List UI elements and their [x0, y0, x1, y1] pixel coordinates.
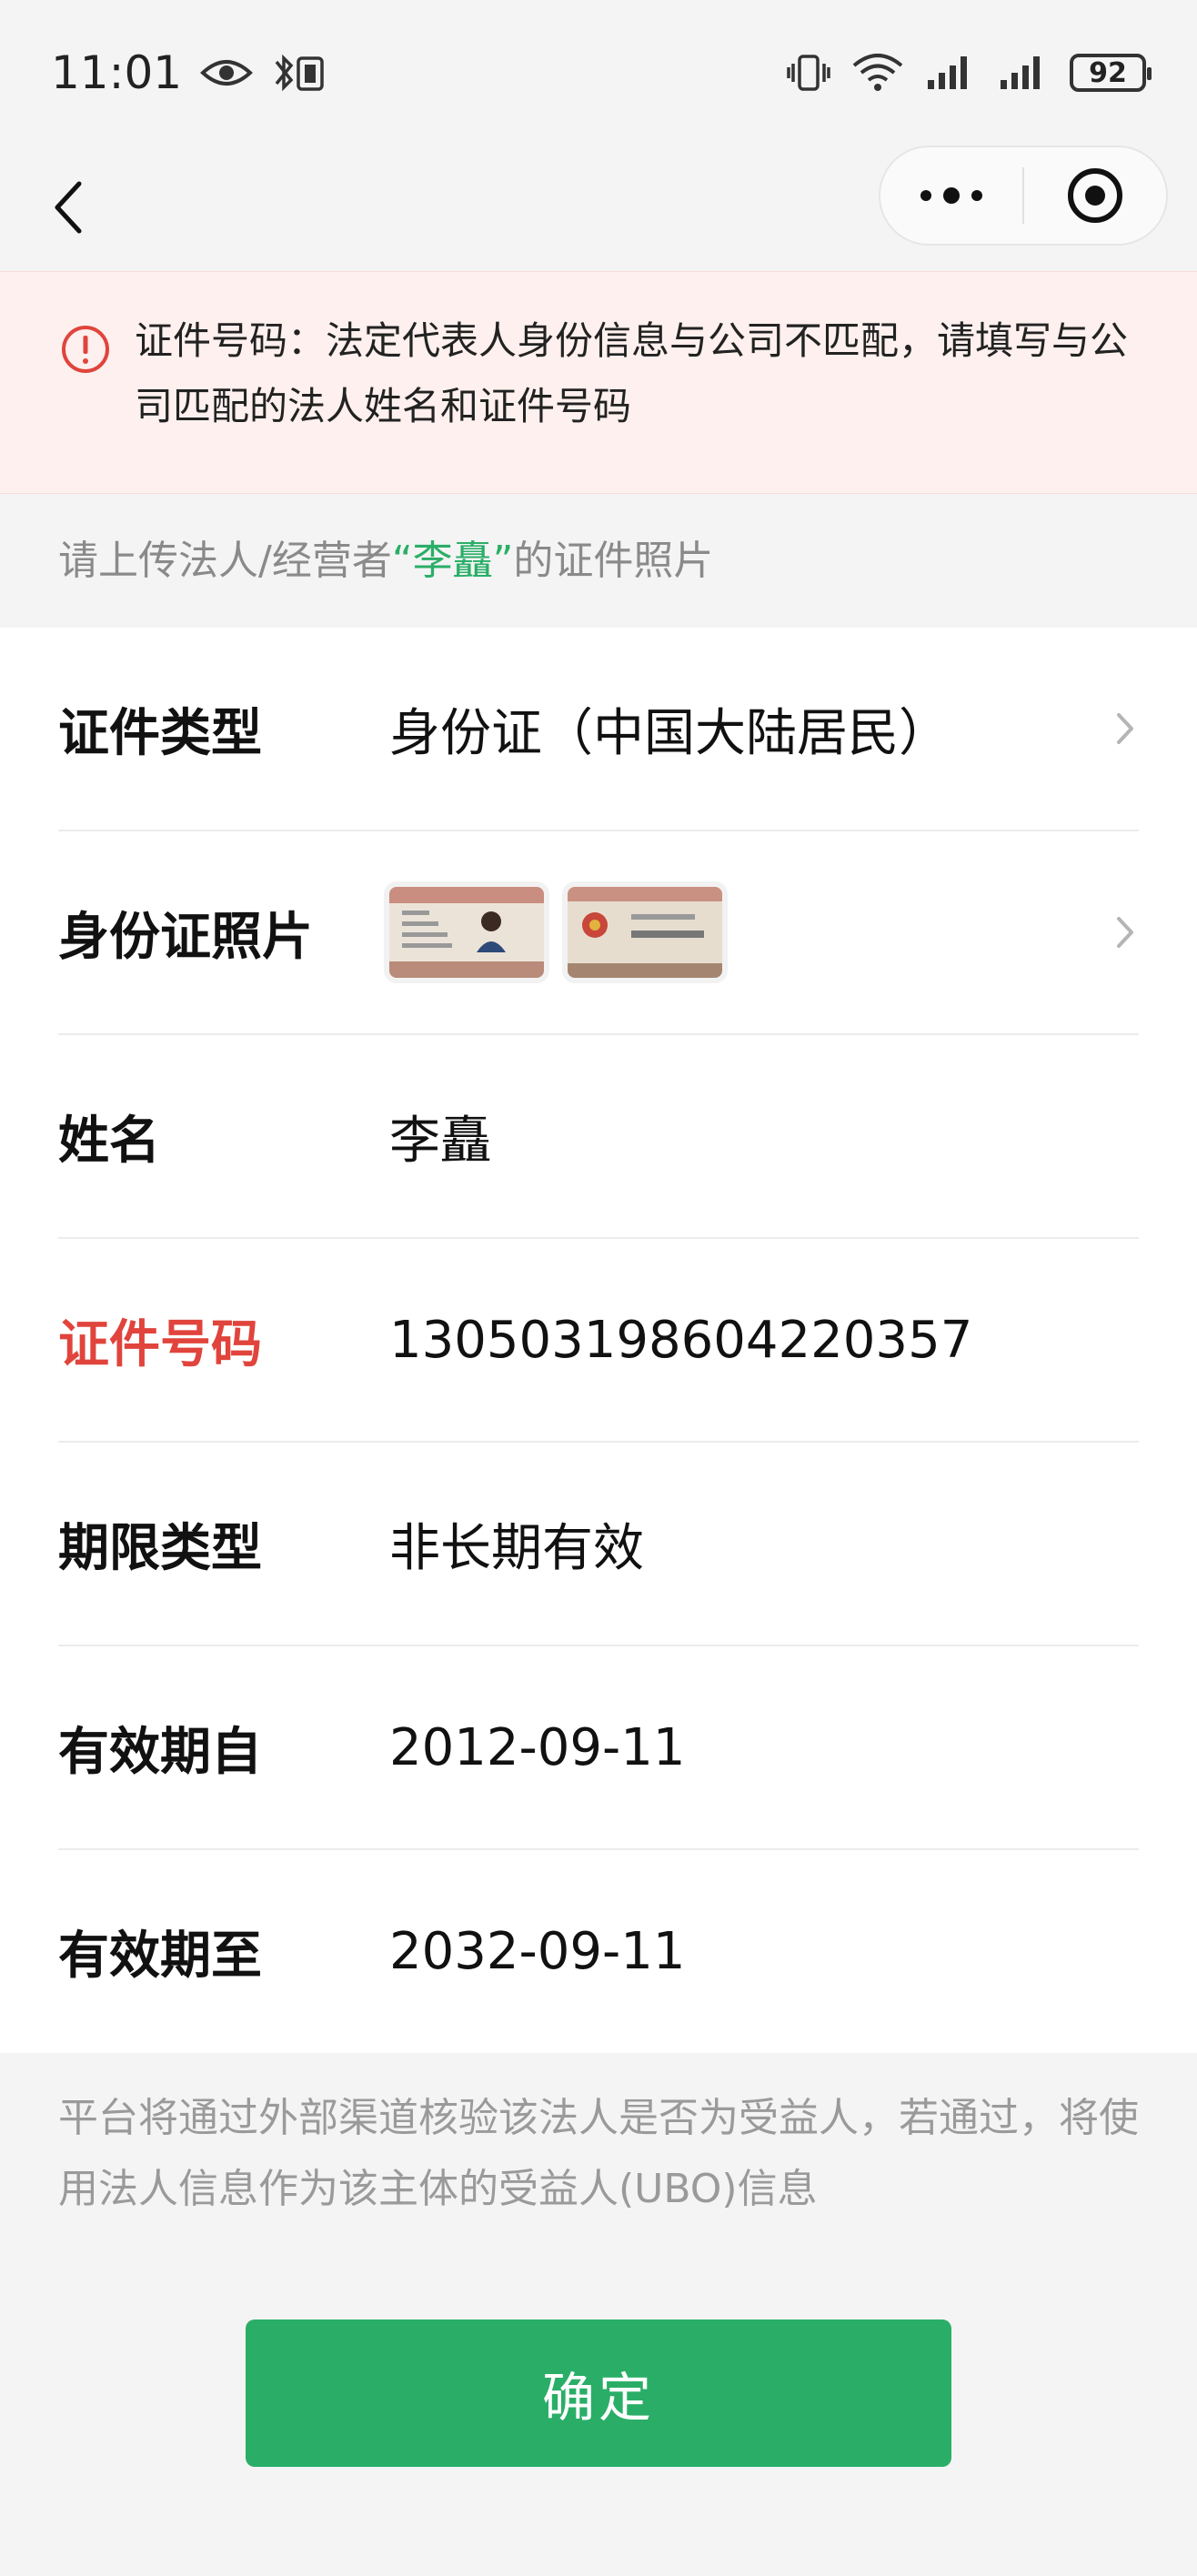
valid-from-label: 有效期自 — [58, 1722, 262, 1782]
id-card-front-thumbnail[interactable] — [389, 887, 544, 978]
upload-hint-name: “李矗” — [391, 538, 514, 584]
status-bar: 11:01 92 — [0, 0, 1197, 146]
valid-from-value: 2012-09-11 — [389, 1717, 686, 1777]
vibrate-icon — [786, 53, 831, 93]
more-button[interactable] — [880, 147, 1022, 244]
id-form: 证件类型 身份证（中国大陆居民） 身份证照片 姓名 李矗 证件号码 130503… — [0, 628, 1197, 2053]
valid-to-label: 有效期至 — [58, 1926, 262, 1986]
row-name[interactable]: 姓名 李矗 — [58, 1035, 1139, 1239]
doc-type-label: 证件类型 — [58, 703, 262, 763]
confirm-button[interactable]: 确定 — [246, 2319, 951, 2467]
row-validity-type[interactable]: 期限类型 非长期有效 — [58, 1443, 1139, 1646]
chevron-right-icon — [1117, 713, 1133, 744]
validity-type-value: 非长期有效 — [389, 1518, 644, 1578]
miniapp-capsule — [879, 146, 1168, 246]
id-card-back-image — [568, 887, 722, 978]
validity-type-label: 期限类型 — [58, 1518, 262, 1578]
row-valid-from[interactable]: 有效期自 2012-09-11 — [58, 1646, 1139, 1850]
id-card-front-image — [389, 887, 544, 978]
status-right: 92 — [786, 53, 1152, 93]
id-photo-thumbs — [389, 887, 1139, 978]
upload-hint: 请上传法人/经营者“李矗”的证件照片 — [58, 528, 713, 586]
close-miniapp-button[interactable] — [1024, 147, 1166, 244]
upload-hint-suffix: 的证件照片 — [513, 538, 714, 584]
id-card-back-thumbnail[interactable] — [568, 887, 722, 978]
id-photos-label: 身份证照片 — [58, 907, 313, 967]
eye-icon — [200, 56, 254, 89]
row-id-number[interactable]: 证件号码 130503198604220357 — [58, 1239, 1139, 1443]
name-label: 姓名 — [58, 1111, 160, 1171]
id-number-label: 证件号码 — [58, 1314, 262, 1374]
error-alert: 证件号码：法定代表人身份信息与公司不匹配，请填写与公司匹配的法人姓名和证件号码 — [0, 271, 1197, 494]
status-left: 11:01 — [51, 46, 326, 99]
row-doc-type[interactable]: 证件类型 身份证（中国大陆居民） — [58, 628, 1139, 831]
row-id-photos[interactable]: 身份证照片 — [58, 831, 1139, 1035]
chevron-left-icon — [55, 181, 82, 234]
nav-bar — [0, 146, 1197, 271]
battery-indicator: 92 — [1070, 54, 1152, 92]
more-dots-icon — [920, 187, 982, 204]
id-number-value: 130503198604220357 — [389, 1310, 973, 1370]
signal-icon-2 — [997, 53, 1050, 93]
row-valid-to[interactable]: 有效期至 2032-09-11 — [58, 1850, 1139, 2052]
chevron-right-icon — [1117, 917, 1133, 948]
alert-message: 证件号码：法定代表人身份信息与公司不匹配，请填写与公司匹配的法人姓名和证件号码 — [135, 318, 1129, 428]
back-button[interactable] — [36, 173, 100, 242]
ubo-notice: 平台将通过外部渠道核验该法人是否为受益人，若通过，将使用法人信息作为该主体的受益… — [58, 2095, 1139, 2212]
upload-hint-prefix: 请上传法人/经营者 — [58, 538, 392, 584]
valid-to-value: 2032-09-11 — [389, 1921, 686, 1981]
target-icon — [1068, 168, 1122, 223]
name-value: 李矗 — [389, 1111, 491, 1171]
status-time: 11:01 — [51, 46, 183, 99]
warning-icon — [62, 326, 109, 373]
bluetooth-battery-icon — [271, 53, 326, 93]
wifi-icon — [851, 53, 904, 93]
doc-type-value: 身份证（中国大陆居民） — [389, 703, 950, 763]
signal-icon — [924, 53, 977, 93]
